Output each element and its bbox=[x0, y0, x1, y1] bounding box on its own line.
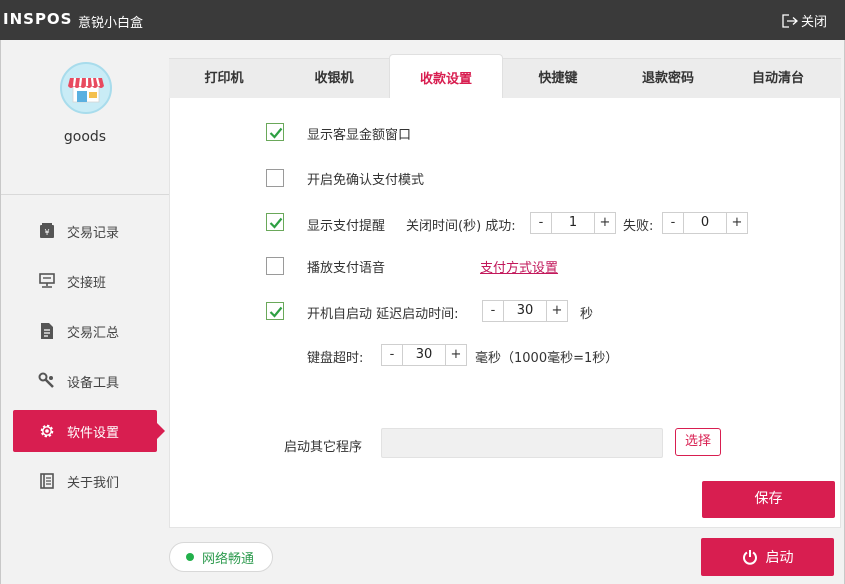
decrement-button[interactable]: - bbox=[663, 213, 683, 233]
auto-start-checkbox[interactable] bbox=[266, 302, 284, 320]
launch-program-path-input[interactable] bbox=[381, 428, 663, 458]
title-bar: INSPOS 意锐小白盒 关闭 bbox=[0, 0, 845, 40]
auto-start-unit: 秒 bbox=[580, 307, 594, 322]
auto-start-delay-stepper: - 30 + bbox=[482, 300, 568, 322]
close-time-label: 关闭时间(秒) 成功: bbox=[406, 219, 516, 234]
success-seconds-stepper: - 1 + bbox=[530, 212, 616, 234]
app-body: goods ¥ 交易记录 交接班 交易汇总 设备工具 软件设置 关于我们 打印机… bbox=[0, 40, 845, 584]
pay-voice-checkbox[interactable] bbox=[266, 257, 284, 275]
power-icon bbox=[742, 550, 757, 565]
no-confirm-pay-checkbox[interactable] bbox=[266, 169, 284, 187]
fail-label: 失败: bbox=[623, 219, 654, 234]
settings-tabs: 打印机 收银机 收款设置 快捷键 退款密码 自动清台 bbox=[169, 54, 841, 100]
network-status-text: 网络畅通 bbox=[202, 551, 255, 567]
success-seconds-value[interactable]: 1 bbox=[551, 213, 595, 233]
keyboard-timeout-label: 键盘超时: bbox=[307, 351, 364, 366]
start-label: 启动 bbox=[765, 550, 794, 566]
close-label: 关闭 bbox=[800, 15, 827, 30]
app-logo: INSPOS bbox=[3, 10, 73, 28]
handover-icon bbox=[37, 271, 57, 291]
auto-start-label: 开机自启动 延迟启动时间: bbox=[307, 307, 459, 322]
launch-program-label: 启动其它程序 bbox=[284, 440, 363, 455]
payment-settings-panel: 显示客显金额窗口 开启免确认支付模式 显示支付提醒 关闭时间(秒) 成功: - … bbox=[169, 98, 841, 528]
payment-method-settings-link[interactable]: 支付方式设置 bbox=[480, 257, 558, 276]
profile-panel: goods bbox=[1, 40, 169, 194]
pay-voice-label: 播放支付语音 bbox=[307, 261, 386, 276]
show-amount-window-checkbox[interactable] bbox=[266, 123, 284, 141]
sidebar-item-label: 设备工具 bbox=[67, 375, 120, 391]
decrement-button[interactable]: - bbox=[483, 301, 503, 321]
start-button[interactable]: 启动 bbox=[701, 538, 834, 576]
fail-seconds-value[interactable]: 0 bbox=[683, 213, 727, 233]
check-icon bbox=[269, 306, 283, 318]
sidebar-divider bbox=[1, 194, 169, 195]
sidebar-item-label: 交接班 bbox=[67, 275, 107, 291]
check-icon bbox=[269, 127, 283, 139]
keyboard-timeout-value[interactable]: 30 bbox=[402, 345, 446, 365]
keyboard-timeout-unit: 毫秒（1000毫秒=1秒） bbox=[475, 351, 619, 366]
increment-button[interactable]: + bbox=[727, 213, 747, 233]
username: goods bbox=[63, 129, 107, 145]
check-icon bbox=[269, 217, 283, 229]
close-button[interactable]: 关闭 bbox=[782, 11, 827, 30]
tool-icon bbox=[37, 371, 57, 391]
sidebar-item-handover[interactable]: 交接班 bbox=[13, 260, 157, 302]
keyboard-timeout-stepper: - 30 + bbox=[381, 344, 467, 366]
book-icon bbox=[37, 471, 57, 491]
sidebar-item-label: 交易记录 bbox=[67, 225, 120, 241]
save-button[interactable]: 保存 bbox=[702, 481, 835, 518]
sidebar-item-label: 软件设置 bbox=[67, 425, 120, 441]
tab-shortcuts[interactable]: 快捷键 bbox=[503, 59, 613, 99]
fail-seconds-stepper: - 0 + bbox=[662, 212, 748, 234]
increment-button[interactable]: + bbox=[595, 213, 615, 233]
pay-reminder-label: 显示支付提醒 bbox=[307, 219, 386, 234]
pay-reminder-checkbox[interactable] bbox=[266, 213, 284, 231]
sidebar-item-label: 交易汇总 bbox=[67, 325, 120, 341]
sidebar-item-device-tools[interactable]: 设备工具 bbox=[13, 360, 157, 402]
increment-button[interactable]: + bbox=[547, 301, 567, 321]
sidebar-item-label: 关于我们 bbox=[67, 475, 120, 491]
choose-program-button[interactable]: 选择 bbox=[675, 428, 721, 456]
auto-start-delay-value[interactable]: 30 bbox=[503, 301, 547, 321]
network-status-badge: 网络畅通 bbox=[169, 542, 273, 572]
sidebar-item-about[interactable]: 关于我们 bbox=[13, 460, 157, 502]
wallet-icon: ¥ bbox=[37, 221, 57, 241]
sidebar-item-transactions[interactable]: ¥ 交易记录 bbox=[13, 210, 157, 252]
sidebar-item-software-settings[interactable]: 软件设置 bbox=[13, 410, 165, 452]
tab-auto-clear[interactable]: 自动清台 bbox=[723, 59, 833, 99]
exit-icon bbox=[782, 13, 798, 28]
decrement-button[interactable]: - bbox=[382, 345, 402, 365]
store-icon bbox=[68, 77, 104, 103]
tab-refund-password[interactable]: 退款密码 bbox=[613, 59, 723, 99]
summary-icon bbox=[37, 321, 57, 341]
show-amount-window-label: 显示客显金额窗口 bbox=[307, 128, 412, 143]
tab-payment-settings[interactable]: 收款设置 bbox=[389, 54, 503, 100]
tab-cash-register[interactable]: 收银机 bbox=[279, 59, 389, 99]
svg-text:¥: ¥ bbox=[44, 228, 49, 237]
tab-printer[interactable]: 打印机 bbox=[169, 59, 279, 99]
gear-icon bbox=[37, 421, 57, 441]
avatar bbox=[60, 62, 112, 114]
online-dot-icon bbox=[186, 553, 194, 561]
app-name: 意锐小白盒 bbox=[78, 16, 144, 31]
decrement-button[interactable]: - bbox=[531, 213, 551, 233]
sidebar-item-summary[interactable]: 交易汇总 bbox=[13, 310, 157, 352]
no-confirm-pay-label: 开启免确认支付模式 bbox=[307, 173, 425, 188]
increment-button[interactable]: + bbox=[446, 345, 466, 365]
